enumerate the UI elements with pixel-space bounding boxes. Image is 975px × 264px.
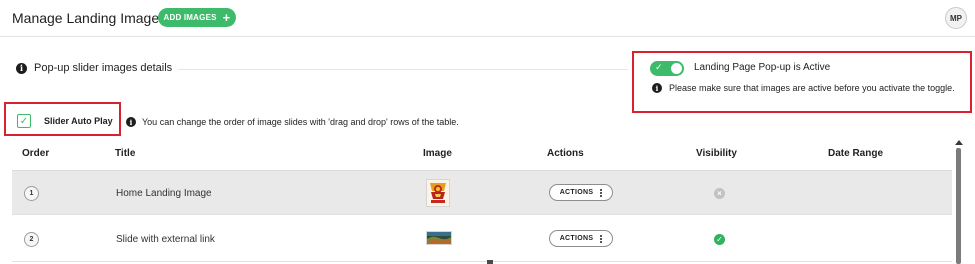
slider-autoplay-label: Slider Auto Play: [44, 116, 113, 126]
row-actions-button[interactable]: ACTIONS: [549, 184, 613, 201]
row-actions-label: ACTIONS: [559, 235, 594, 242]
landing-image-preview: [427, 180, 449, 206]
more-vertical-icon: [600, 234, 603, 243]
user-avatar[interactable]: MP: [945, 7, 967, 29]
row-image-thumbnail[interactable]: [426, 179, 450, 207]
slider-autoplay-checkbox[interactable]: ✓: [17, 114, 31, 128]
more-vertical-icon: [600, 188, 603, 197]
order-badge: 2: [24, 232, 39, 247]
bottom-drag-handle[interactable]: [487, 260, 493, 264]
popup-active-label: Landing Page Pop-up is Active: [694, 62, 831, 73]
table-scrollbar[interactable]: [955, 140, 963, 264]
slider-autoplay-box: ✓ Slider Auto Play: [4, 102, 121, 136]
slide-image-preview: [427, 232, 451, 244]
column-header-order[interactable]: Order: [22, 148, 49, 159]
section-divider: [178, 69, 628, 70]
table-row[interactable]: 1 Home Landing Image ACTIONS ×: [12, 170, 952, 215]
order-note: i You can change the order of image slid…: [126, 117, 459, 127]
order-note-text: You can change the order of image slides…: [142, 117, 459, 127]
info-icon: i: [652, 83, 662, 93]
order-badge: 1: [24, 186, 39, 201]
row-title: Home Landing Image: [116, 188, 212, 199]
column-header-image[interactable]: Image: [423, 148, 452, 159]
toggle-knob: [671, 63, 682, 74]
row-image-thumbnail[interactable]: [426, 231, 452, 245]
column-header-visibility[interactable]: Visibility: [696, 148, 737, 159]
section-title: Pop-up slider images details: [34, 62, 173, 74]
popup-status-panel: ✓ Landing Page Pop-up is Active i Please…: [632, 51, 972, 113]
column-header-actions[interactable]: Actions: [547, 148, 584, 159]
scroll-up-arrow-icon[interactable]: [955, 140, 963, 145]
info-icon: i: [16, 62, 27, 74]
slides-table: Order Title Image Actions Visibility Dat…: [12, 140, 966, 264]
popup-active-toggle[interactable]: ✓: [650, 61, 684, 76]
add-images-button[interactable]: ADD IMAGES +: [158, 8, 236, 27]
row-title: Slide with external link: [116, 234, 215, 245]
table-row[interactable]: 2 Slide with external link ACTIONS ✓: [12, 217, 952, 262]
table-header: Order Title Image Actions Visibility Dat…: [12, 140, 952, 168]
visibility-active-icon[interactable]: ✓: [714, 234, 725, 245]
section-header: i Pop-up slider images details: [16, 62, 172, 74]
visibility-inactive-icon[interactable]: ×: [714, 188, 725, 199]
plus-icon: +: [222, 10, 231, 25]
column-header-title[interactable]: Title: [115, 148, 135, 159]
row-actions-label: ACTIONS: [559, 189, 594, 196]
popup-note-text: Please make sure that images are active …: [669, 83, 955, 93]
column-header-date-range[interactable]: Date Range: [828, 148, 883, 159]
row-actions-button[interactable]: ACTIONS: [549, 230, 613, 247]
scrollbar-thumb[interactable]: [956, 148, 961, 264]
popup-note: i Please make sure that images are activ…: [652, 83, 955, 93]
top-bar: Manage Landing Images ADD IMAGES + MP: [0, 0, 975, 37]
add-images-label: ADD IMAGES: [163, 13, 217, 22]
page-title: Manage Landing Images: [12, 10, 167, 26]
info-icon: i: [126, 117, 136, 127]
check-icon: ✓: [655, 62, 663, 72]
